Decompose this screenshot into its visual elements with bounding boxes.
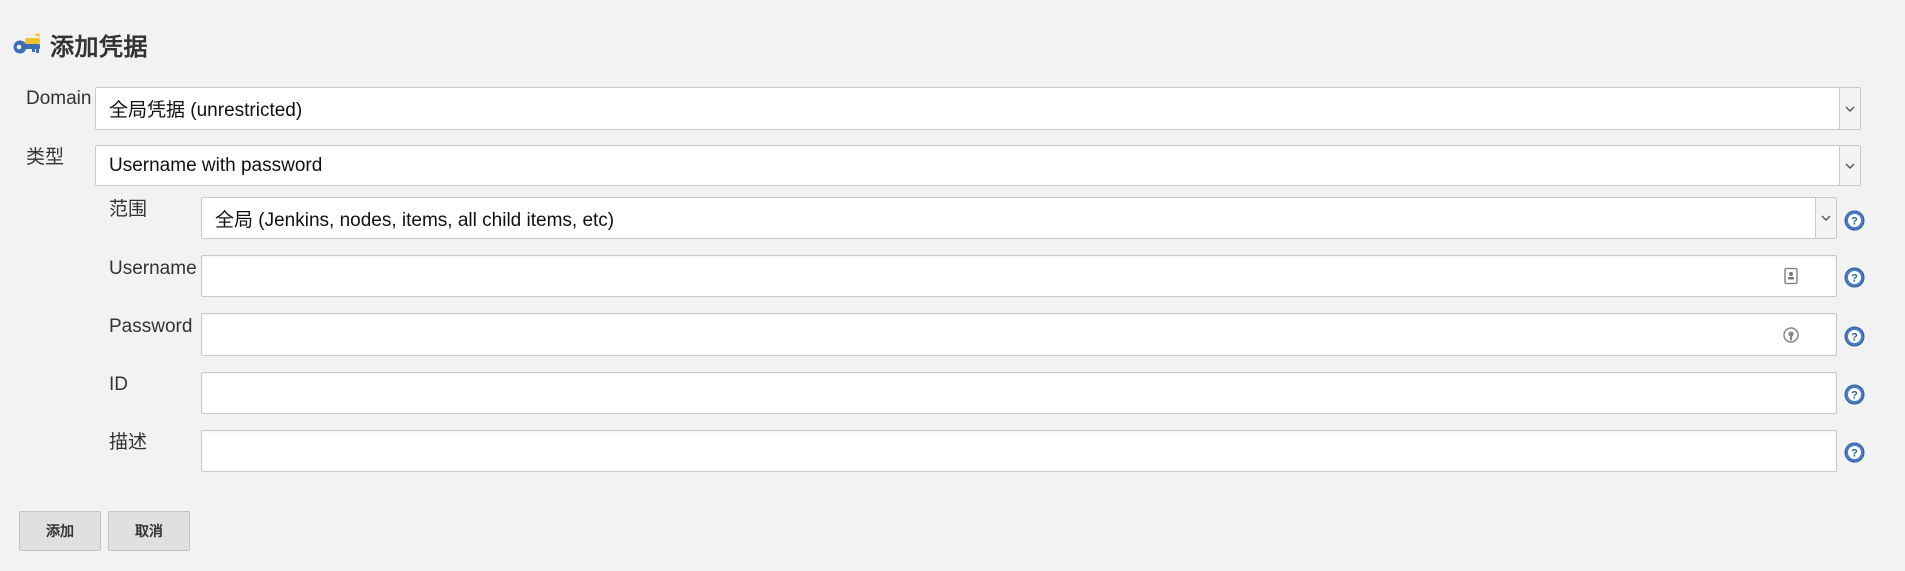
domain-label: Domain [26,88,92,109]
description-field[interactable] [201,430,1837,472]
svg-text:?: ? [1851,216,1858,228]
contact-card-icon[interactable] [1782,267,1800,285]
svg-text:?: ? [1851,448,1858,460]
username-label: Username [109,258,197,279]
description-label: 描述 [109,432,148,453]
chevron-down-icon[interactable] [1839,146,1860,185]
page-title: 添加凭据 [50,33,148,61]
domain-select[interactable]: 全局凭据 (unrestricted) [95,87,1861,130]
id-input[interactable] [202,373,1836,413]
key-icon [13,33,40,54]
domain-selected-value: 全局凭据 (unrestricted) [109,100,303,121]
help-icon[interactable]: ? [1844,442,1865,463]
kind-select[interactable]: Username with password [95,145,1861,186]
svg-text:?: ? [1851,273,1858,285]
help-icon[interactable]: ? [1844,384,1865,405]
page-header: 添加凭据 [12,26,148,62]
password-field[interactable] [201,313,1837,356]
svg-text:?: ? [1851,332,1858,344]
add-button[interactable]: 添加 [19,511,101,551]
scope-select[interactable]: 全局 (Jenkins, nodes, items, all child ite… [201,197,1837,239]
password-key-icon[interactable] [1782,326,1800,344]
description-input[interactable] [202,431,1836,471]
password-label: Password [109,316,193,337]
scope-selected-value: 全局 (Jenkins, nodes, items, all child ite… [215,209,615,231]
kind-label: 类型 [26,147,65,168]
cancel-button[interactable]: 取消 [108,511,190,551]
chevron-down-icon[interactable] [1839,88,1860,129]
username-field[interactable] [201,255,1837,297]
kind-selected-value: Username with password [109,154,323,176]
help-icon[interactable]: ? [1844,210,1865,231]
svg-text:?: ? [1851,390,1858,402]
id-label: ID [109,374,128,395]
help-icon[interactable]: ? [1844,267,1865,288]
username-input[interactable] [202,256,1836,296]
add-credentials-page: 添加凭据 Domain 全局凭据 (unrestricted) 类型 Usern… [0,0,1905,571]
id-field[interactable] [201,372,1837,414]
help-icon[interactable]: ? [1844,326,1865,347]
chevron-down-icon[interactable] [1815,198,1836,238]
scope-label: 范围 [109,199,148,220]
password-input[interactable] [202,314,1836,355]
